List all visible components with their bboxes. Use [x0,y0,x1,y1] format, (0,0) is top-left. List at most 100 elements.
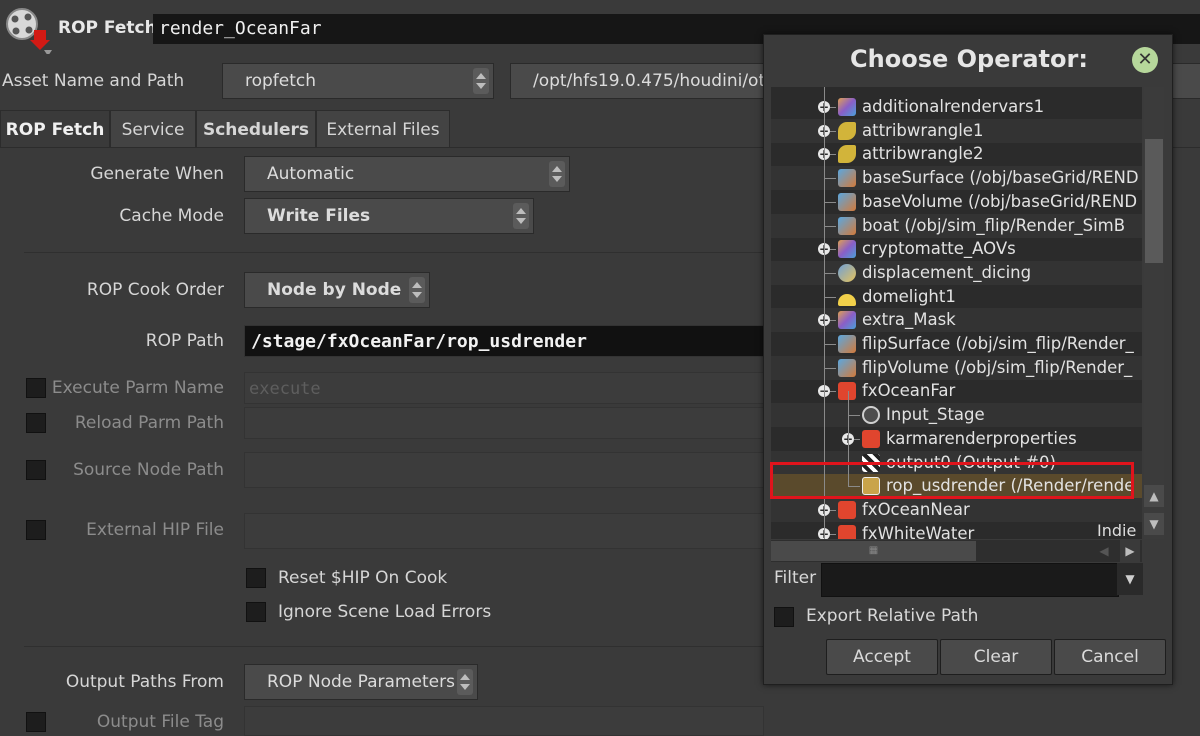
export-relative-checkbox[interactable] [774,607,794,627]
tree-connector [824,225,836,227]
updown-arrows-icon [513,203,529,229]
geo-icon [838,335,856,353]
selection-highlight-box [770,462,1134,499]
rop-path-field[interactable]: /stage/fxOceanFar/rop_usdrender [244,325,764,357]
tree-row[interactable]: baseVolume (/obj/baseGrid/REND [771,190,1142,214]
export-relative-label: Export Relative Path [806,606,979,626]
geo-icon [838,192,856,211]
tree-row-label: extra_Mask [862,310,956,330]
geo-icon [838,169,856,188]
rop-fetch-node-icon [4,6,52,56]
generate-when-dropdown[interactable]: Automatic [244,156,570,192]
reload-parm-label: Reload Parm Path [74,413,224,433]
scroll-down-icon[interactable]: ▼ [1144,513,1164,535]
subnet-icon [838,240,856,259]
updown-arrows-icon [473,68,489,94]
tree-row[interactable]: boat (/obj/sim_flip/Render_SimB [771,213,1142,238]
scrollbar-thumb[interactable] [1145,139,1163,263]
rop-cook-order-dropdown[interactable]: Node by Node [244,272,430,308]
domelight-icon [838,293,856,306]
tree-row[interactable]: +cryptomatte_AOVs [771,237,1142,261]
lop-icon [862,429,880,448]
filter-input[interactable] [821,563,1119,597]
output-paths-value: ROP Node Parameters [267,672,455,692]
generate-when-label: Generate When [90,164,224,184]
scroll-right-icon[interactable]: ▶ [1120,540,1140,562]
tree-row-label: additionalrendervars1 [862,97,1045,116]
tree-row[interactable]: displacement_dicing [771,260,1142,285]
asset-name-dropdown[interactable]: ropfetch [222,63,494,99]
tree-connector [824,296,836,298]
subnet-icon [838,311,856,330]
cache-mode-dropdown[interactable]: Write Files [244,198,534,234]
close-icon[interactable]: ✕ [1132,47,1158,73]
tree-row[interactable]: domelight1 [771,285,1142,309]
tree-row[interactable]: +karmarenderproperties [771,427,1142,451]
tree-row[interactable]: +extra_Mask [771,308,1142,333]
tab-schedulers[interactable]: Schedulers [196,110,316,148]
source-node-field[interactable] [244,452,764,488]
tree-row[interactable]: −fxOceanFar [771,379,1142,403]
tree-row-label: displacement_dicing [862,262,1032,282]
tab-rop-fetch[interactable]: ROP Fetch [0,110,110,148]
tree-row-label: fxOceanNear [862,499,970,519]
execute-parm-label: Execute Parm Name [51,378,224,398]
scrollbar-thumb[interactable]: ▦ [771,541,976,561]
accept-button[interactable]: Accept [826,639,938,675]
tree-row-label: domelight1 [862,286,956,306]
reset-hip-checkbox[interactable] [246,568,266,588]
tree-row-label: flipVolume (/obj/sim_flip/Render_ [862,357,1133,377]
tree-row-label: fxOceanFar [862,381,956,401]
rop-cook-order-value: Node by Node [267,280,402,300]
output-paths-dropdown[interactable]: ROP Node Parameters [244,664,478,700]
tree-connector [824,201,836,203]
tree-row[interactable]: +fxOceanNear [771,497,1142,522]
tree-row[interactable]: flipVolume (/obj/sim_flip/Render_ [771,355,1142,380]
tree-row-label: fxWhiteWater [862,523,975,539]
tree-row-label: baseSurface (/obj/baseGrid/REND [862,168,1139,188]
input-icon [862,406,880,425]
tab-service[interactable]: Service [110,110,196,148]
filter-dropdown-icon[interactable]: ▼ [1117,563,1143,595]
tree-row-label: cryptomatte_AOVs [862,239,1016,259]
clear-button[interactable]: Clear [940,639,1052,675]
tree-row[interactable]: baseSurface (/obj/baseGrid/REND [771,166,1142,191]
dialog-title: Choose Operator: [850,45,1088,73]
rop-path-label: ROP Path [145,331,224,351]
output-tag-label: Output File Tag [96,712,224,732]
tree-row[interactable]: +additionalrendervars1 [771,95,1142,119]
scroll-up-icon[interactable]: ▲ [1144,485,1164,507]
updown-arrows-icon [409,277,425,303]
wrangle-icon [838,121,856,140]
lop-icon [838,500,856,519]
separator [24,646,784,647]
dice-icon [838,263,856,282]
updown-arrows-icon [549,161,565,187]
tree-connector [824,344,836,345]
indie-watermark: Indie [1097,521,1137,540]
geo-icon [838,216,856,235]
tree-row[interactable]: flipSurface (/obj/sim_flip/Render_ [771,332,1142,356]
lop-icon [838,524,856,539]
tab-external-files[interactable]: External Files [316,110,450,148]
external-hip-label: External HIP File [86,520,224,540]
scroll-left-icon[interactable]: ◀ [1094,540,1114,562]
tree-row[interactable]: +attribwrangle2 [771,142,1142,166]
cancel-button[interactable]: Cancel [1054,639,1166,675]
reload-parm-field[interactable] [244,407,764,439]
reset-hip-label: Reset $HIP On Cook [278,568,448,588]
tree-row[interactable]: Input_Stage [771,403,1142,428]
tree-row[interactable]: +attribwrangle1 [771,118,1142,143]
external-hip-field[interactable] [244,513,764,549]
ignore-errors-label: Ignore Scene Load Errors [278,602,492,622]
tree-row[interactable]: +fxWhiteWater [771,522,1142,539]
rop-cook-order-label: ROP Cook Order [86,280,224,300]
cache-mode-label: Cache Mode [119,206,224,226]
tree-row-label: Input_Stage [886,405,985,425]
node-type-label: ROP Fetch [58,18,157,38]
ignore-errors-checkbox[interactable] [246,602,266,622]
source-node-label: Source Node Path [73,460,224,480]
execute-parm-field[interactable]: execute [244,372,764,404]
tree-row-label: attribwrangle2 [862,144,984,164]
wrangle-icon [838,145,856,164]
